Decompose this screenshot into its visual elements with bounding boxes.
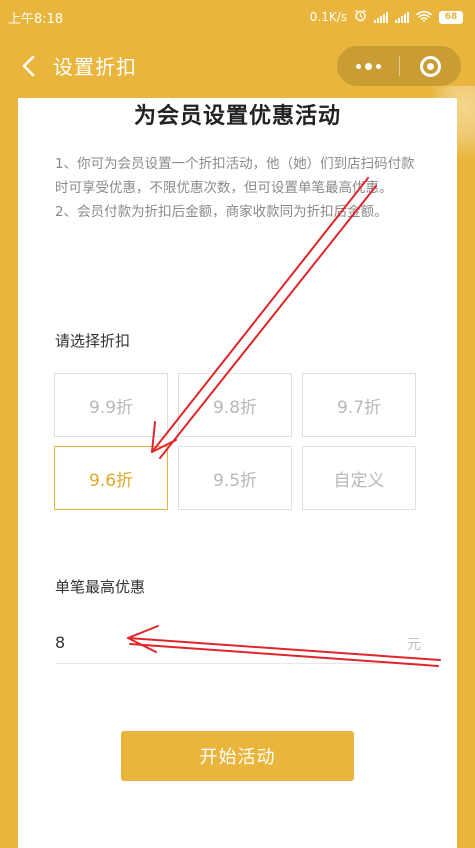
battery-icon: 68 [439,10,463,24]
mini-program-close-icon[interactable] [400,46,461,86]
network-speed: 0.1K/s [309,10,347,24]
nav-bar: 设置折扣 [0,34,475,98]
discount-option-9-5[interactable]: 9.5折 [178,446,292,510]
mini-program-capsule [337,46,461,86]
discount-label: 请选择折扣 [55,332,131,350]
discount-option-9-9[interactable]: 9.9折 [54,373,168,437]
discount-option-9-7[interactable]: 9.7折 [302,373,416,437]
discount-option-9-6[interactable]: 9.6折 [54,446,168,510]
status-bar: 上午8:18 0.1K/s 68 [0,0,475,34]
status-icons: 0.1K/s 68 [310,9,463,25]
discount-option-custom[interactable]: 自定义 [302,446,416,510]
currency-unit: 元 [407,637,421,653]
max-discount-label: 单笔最高优惠 [55,578,146,596]
rule-note-2: 2、会员付款为折扣后金额，商家收款同为折扣后金额。 [55,204,388,220]
start-activity-button[interactable]: 开始活动 [121,731,354,781]
content-card: 为会员设置优惠活动 1、你可为会员设置一个折扣活动，他（她）们到店扫码付款时可享… [18,98,457,848]
more-dots-icon[interactable] [337,46,399,86]
headline: 为会员设置优惠活动 [133,104,341,129]
discount-options: 9.9折 9.8折 9.7折 9.6折 9.5折 自定义 [54,373,416,513]
max-discount-input[interactable]: 8 [55,633,65,652]
signal-icon [395,11,409,23]
rules-notes: 1、你可为会员设置一个折扣活动，他（她）们到店扫码付款时可享受优惠，不限优惠次数… [55,152,425,224]
alarm-icon [354,9,367,25]
max-discount-field[interactable]: 8 元 [55,620,421,664]
chevron-left-icon[interactable] [16,52,40,80]
discount-option-9-8[interactable]: 9.8折 [178,373,292,437]
page-title: 设置折扣 [53,55,137,79]
rule-note-1: 1、你可为会员设置一个折扣活动，他（她）们到店扫码付款时可享受优惠，不限优惠次数… [55,156,415,196]
signal-icon [374,11,388,23]
status-time: 上午8:18 [8,11,64,27]
wifi-icon [416,10,432,25]
